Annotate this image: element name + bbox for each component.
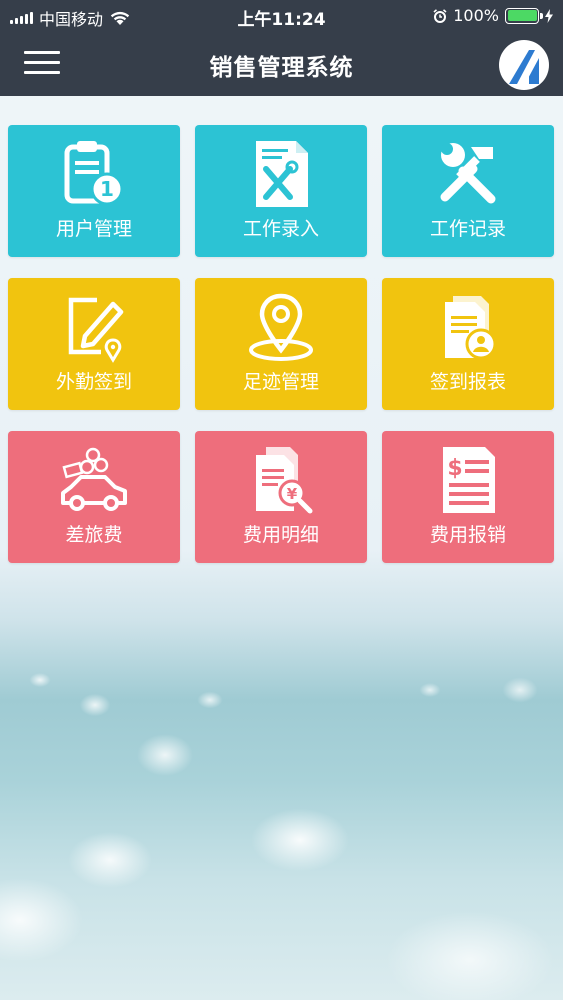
tile-work-records[interactable]: 工作记录 [382, 125, 554, 257]
battery-percent: 100% [453, 6, 499, 25]
tile-label: 差旅费 [65, 524, 123, 546]
map-pin-icon [249, 293, 313, 361]
svg-text:$: $ [447, 456, 462, 481]
battery-icon [505, 7, 543, 24]
tile-label: 签到报表 [429, 371, 506, 393]
function-grid: 1 用户管理 工作录入 工作记录 外勤签到 足迹管理 签到报表 差旅费 ¥ 费用… [8, 125, 556, 563]
tile-label: 费用明细 [242, 524, 319, 546]
status-right: 100% [433, 6, 553, 25]
tile-expense-details[interactable]: ¥ 费用明细 [195, 431, 367, 563]
company-logo[interactable] [499, 40, 549, 90]
tile-label: 工作记录 [429, 218, 506, 240]
tile-user-management[interactable]: 1 用户管理 [8, 125, 180, 257]
page-title: 销售管理系统 [209, 55, 354, 81]
battery-fill [507, 10, 537, 21]
tile-label: 足迹管理 [242, 371, 319, 393]
tile-work-entry[interactable]: 工作录入 [195, 125, 367, 257]
dollar-document-icon: $ [443, 447, 495, 513]
document-tools-icon [256, 141, 308, 207]
tile-label: 费用报销 [429, 524, 506, 546]
report-user-icon [445, 296, 497, 360]
alarm-clock-icon [433, 8, 447, 23]
tile-checkin-report[interactable]: 签到报表 [382, 278, 554, 410]
status-bar: 中国移动 上午11:24 100% [0, 0, 563, 32]
nav-bar: 销售管理系统 [0, 32, 563, 96]
tile-label: 用户管理 [55, 218, 132, 240]
svg-text:1: 1 [100, 177, 114, 201]
charging-bolt-icon [545, 8, 553, 23]
tile-label: 工作录入 [242, 218, 319, 240]
tile-expense-reimbursement[interactable]: $ 费用报销 [382, 431, 554, 563]
clipboard-user-icon: 1 [64, 141, 124, 206]
wrench-hammer-icon [440, 143, 496, 204]
car-money-icon [61, 447, 127, 511]
tile-travel-expenses[interactable]: 差旅费 [8, 431, 180, 563]
document-yen-search-icon: ¥ [256, 447, 313, 514]
edit-location-icon [68, 297, 124, 363]
tile-footprint-management[interactable]: 足迹管理 [195, 278, 367, 410]
svg-text:¥: ¥ [287, 485, 298, 503]
tile-field-checkin[interactable]: 外勤签到 [8, 278, 180, 410]
tile-label: 外勤签到 [55, 371, 132, 393]
